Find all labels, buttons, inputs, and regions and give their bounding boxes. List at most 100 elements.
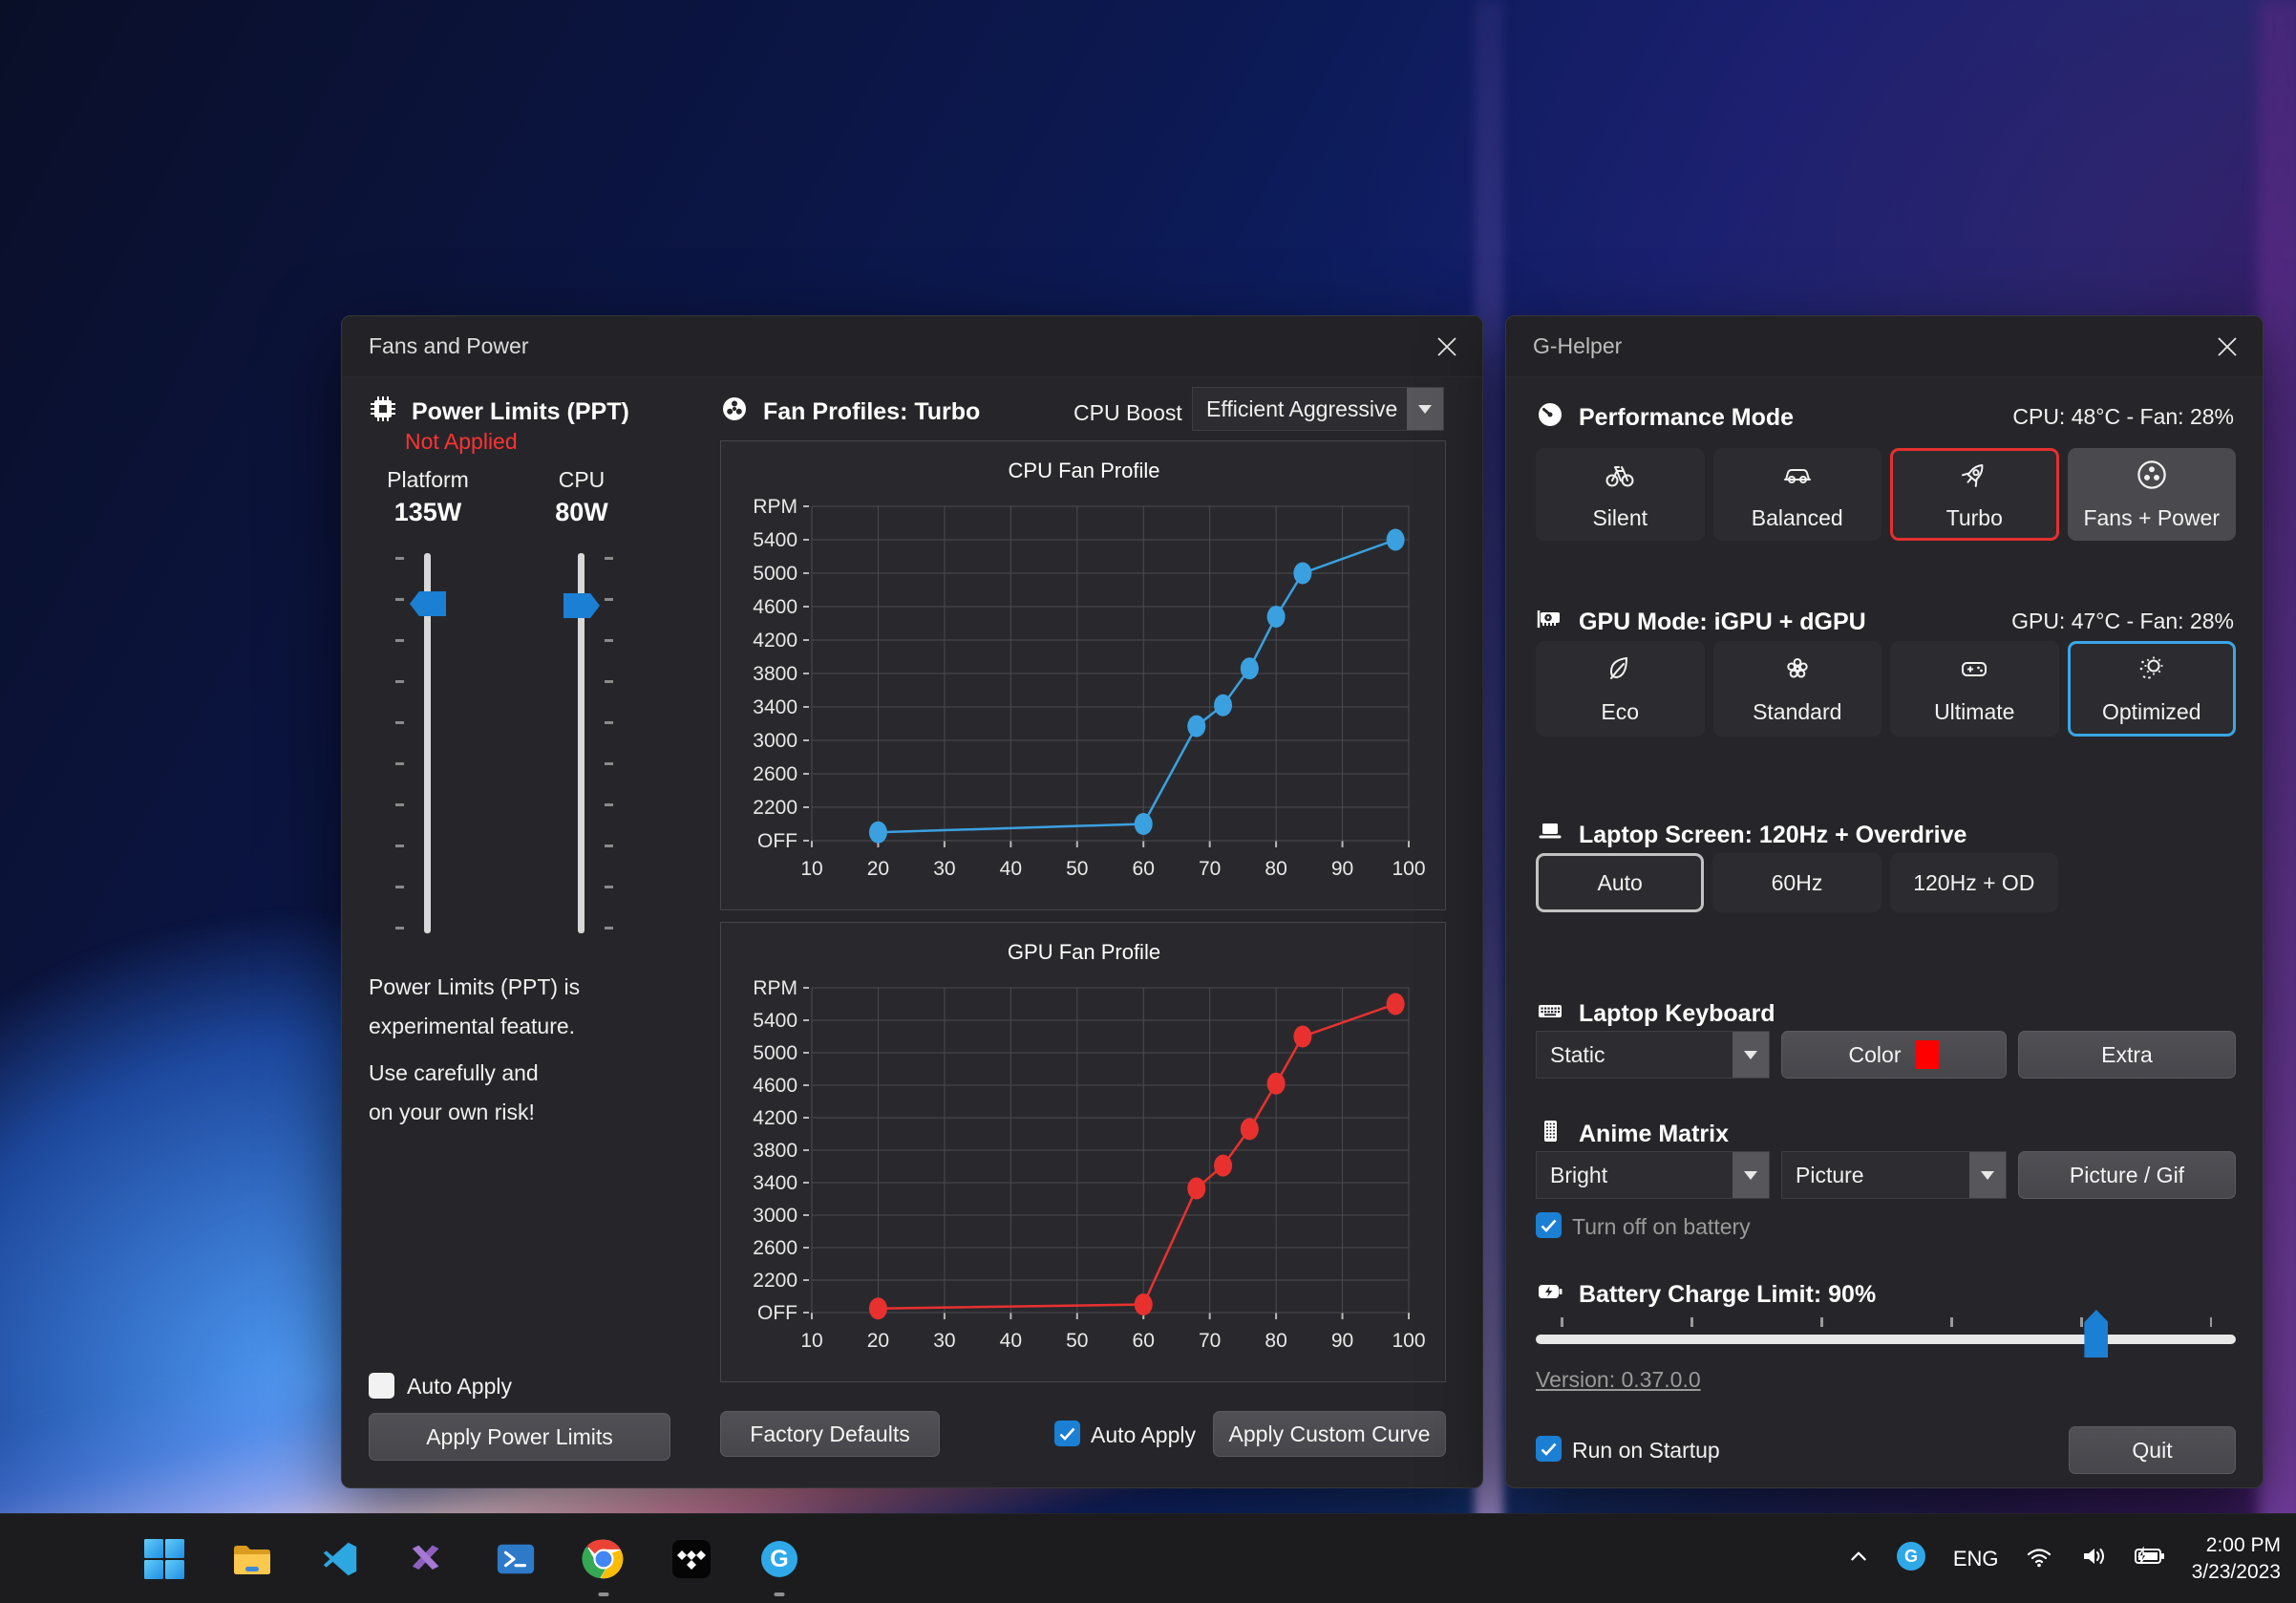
- quit-button[interactable]: Quit: [2069, 1426, 2236, 1474]
- chevron-down-icon[interactable]: [1733, 1032, 1769, 1078]
- fan-curve-point[interactable]: [869, 1297, 887, 1319]
- x-tick-label: 60: [1133, 858, 1155, 880]
- y-tick-label: 2200: [753, 797, 797, 819]
- x-tick-label: 50: [1066, 858, 1088, 880]
- apply-custom-curve-button[interactable]: Apply Custom Curve: [1213, 1411, 1446, 1457]
- fan-profiles-heading: Fan Profiles: Turbo: [720, 395, 980, 430]
- visual-studio-icon[interactable]: [403, 1534, 453, 1584]
- y-tick-label: 4200: [753, 630, 797, 652]
- platform-value: 135W: [351, 498, 504, 527]
- chevron-down-icon[interactable]: [1969, 1152, 2006, 1198]
- y-tick-label: RPM: [753, 977, 797, 999]
- mode-turbo-button[interactable]: Turbo: [1890, 448, 2059, 541]
- tidal-icon[interactable]: [667, 1534, 716, 1584]
- car-icon: [1780, 459, 1815, 497]
- version-link[interactable]: Version: 0.37.0.0: [1536, 1367, 1701, 1393]
- g-helper-taskbar-icon[interactable]: G: [755, 1534, 804, 1584]
- fan-curve-point[interactable]: [1267, 1073, 1286, 1095]
- gpu-standard-button[interactable]: Standard: [1713, 641, 1882, 737]
- fan-curve-point[interactable]: [869, 822, 887, 844]
- y-tick-label: 4600: [753, 596, 797, 618]
- fan-curve-point[interactable]: [1135, 813, 1153, 835]
- gpu-optimized-button[interactable]: Optimized: [2068, 641, 2237, 737]
- matrix-brightness-dropdown[interactable]: Bright: [1536, 1151, 1770, 1199]
- chevron-down-icon[interactable]: [1407, 388, 1443, 430]
- x-tick-label: 20: [867, 1330, 889, 1352]
- fan-curve-point[interactable]: [1214, 1155, 1232, 1177]
- wifi-icon[interactable]: [2025, 1542, 2053, 1575]
- turn-off-on-battery-checkbox[interactable]: [1536, 1212, 1562, 1238]
- screen-120hz-od-button[interactable]: 120Hz + OD: [1890, 853, 2058, 912]
- gamepad-icon: [1958, 652, 1990, 691]
- clock[interactable]: 2:00 PM 3/23/2023: [2192, 1532, 2281, 1586]
- battery-bolt-icon: [1536, 1277, 1564, 1313]
- apply-power-limits-button[interactable]: Apply Power Limits: [369, 1413, 670, 1461]
- power-limits-heading: Power Limits (PPT): [369, 395, 629, 430]
- platform-label: Platform: [351, 467, 504, 493]
- power-auto-apply-checkbox[interactable]: [369, 1373, 394, 1399]
- fan-curve-point[interactable]: [1293, 563, 1311, 585]
- battery-icon[interactable]: [2134, 1543, 2166, 1574]
- screen-auto-button[interactable]: Auto: [1536, 853, 1704, 912]
- gpu-eco-button[interactable]: Eco: [1536, 641, 1705, 737]
- fan-curve-point[interactable]: [1135, 1293, 1153, 1315]
- screen-60hz-button[interactable]: 60Hz: [1712, 853, 1881, 912]
- chrome-icon[interactable]: [579, 1534, 628, 1584]
- battery-slider-track[interactable]: [1536, 1335, 2236, 1344]
- file-explorer-icon[interactable]: [227, 1534, 277, 1584]
- factory-defaults-button[interactable]: Factory Defaults: [720, 1411, 940, 1457]
- fan-curve-point[interactable]: [1214, 695, 1232, 716]
- volume-icon[interactable]: [2079, 1542, 2108, 1575]
- cpu-fan-chart[interactable]: 102030405060708090100OFF2200260030003400…: [720, 440, 1446, 910]
- keyboard-extra-button[interactable]: Extra: [2018, 1031, 2236, 1079]
- performance-mode-buttons: Silent Balanced: [1536, 448, 2236, 541]
- start-button-icon[interactable]: [139, 1534, 189, 1584]
- mode-silent-button[interactable]: Silent: [1536, 448, 1705, 541]
- power-limits-status: Not Applied: [405, 429, 518, 455]
- fan-curve-point[interactable]: [1187, 716, 1205, 737]
- fan-curve-point[interactable]: [1241, 1118, 1259, 1140]
- laptop-screen-heading: Laptop Screen: 120Hz + Overdrive: [1536, 818, 1966, 853]
- gpu-ultimate-button[interactable]: Ultimate: [1890, 641, 2059, 737]
- curve-auto-apply-checkbox[interactable]: [1054, 1421, 1080, 1446]
- matrix-picture-gif-button[interactable]: Picture / Gif: [2018, 1151, 2236, 1199]
- fan-curve-point[interactable]: [1241, 657, 1259, 679]
- chevron-up-icon[interactable]: [1848, 1546, 1869, 1571]
- close-icon[interactable]: [2205, 325, 2249, 369]
- fans-power-button[interactable]: Fans + Power: [2068, 448, 2237, 541]
- y-tick-label: 3000: [753, 730, 797, 752]
- fan-curve-point[interactable]: [1387, 994, 1405, 1015]
- vscode-icon[interactable]: [315, 1534, 365, 1584]
- fan-curve-point[interactable]: [1293, 1026, 1311, 1048]
- cpu-slider-thumb[interactable]: [563, 593, 600, 618]
- mode-balanced-button[interactable]: Balanced: [1713, 448, 1882, 541]
- gauge-icon: [1536, 400, 1564, 436]
- run-on-startup-checkbox[interactable]: [1536, 1436, 1562, 1462]
- chevron-down-icon[interactable]: [1733, 1152, 1769, 1198]
- fan-curve-point[interactable]: [1267, 606, 1286, 628]
- keyboard-mode-dropdown[interactable]: Static: [1536, 1031, 1770, 1079]
- leaf-icon: [1604, 652, 1636, 691]
- y-tick-label: 5400: [753, 1010, 797, 1032]
- fan-curve-point[interactable]: [1387, 529, 1405, 551]
- battery-slider-ticks: [1561, 1317, 2212, 1327]
- gpu-mode-buttons: Eco Standard Ultimate: [1536, 641, 2236, 737]
- close-icon[interactable]: [1425, 325, 1469, 369]
- gpu-fan-chart[interactable]: 102030405060708090100OFF2200260030003400…: [720, 922, 1446, 1382]
- bulb-gear-icon: [2136, 652, 2168, 691]
- fans-window-title: Fans and Power: [369, 333, 528, 359]
- cpu-boost-dropdown[interactable]: Efficient Aggressive: [1192, 387, 1444, 431]
- language-indicator[interactable]: ENG: [1953, 1547, 1999, 1571]
- fans-window-titlebar[interactable]: Fans and Power: [342, 316, 1482, 377]
- keyboard-color-button[interactable]: Color: [1781, 1031, 2007, 1079]
- matrix-mode-dropdown[interactable]: Picture: [1781, 1151, 2007, 1199]
- fan-icon: [720, 395, 749, 430]
- platform-slider-thumb[interactable]: [410, 591, 446, 616]
- cpu-value: 80W: [505, 498, 658, 527]
- fan-curve-point[interactable]: [1187, 1177, 1205, 1199]
- ghelper-titlebar[interactable]: G-Helper: [1506, 316, 2263, 377]
- g-helper-tray-icon[interactable]: G: [1895, 1540, 1927, 1577]
- y-tick-label: 5000: [753, 563, 797, 585]
- x-tick-label: 20: [867, 858, 889, 880]
- terminal-icon[interactable]: [491, 1534, 541, 1584]
